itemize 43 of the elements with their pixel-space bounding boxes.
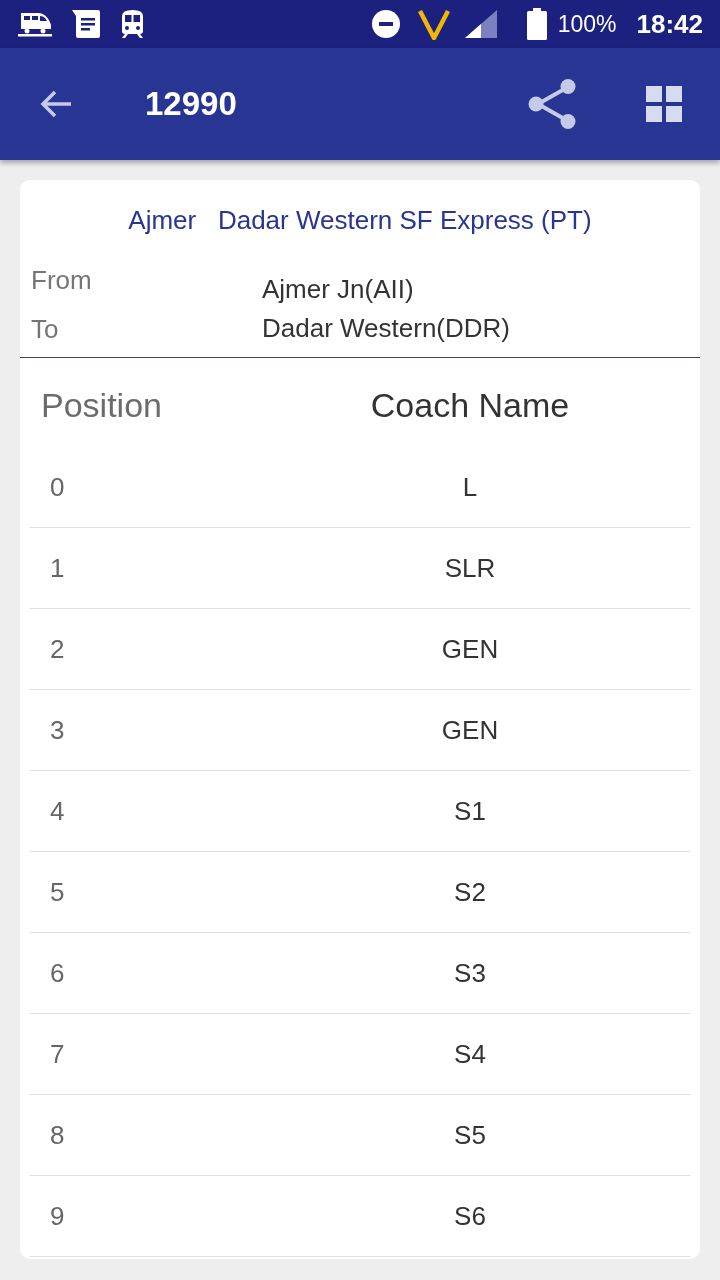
coach-name: S1 [454,795,486,826]
coach-name: S6 [454,1200,486,1231]
message-icon [72,10,100,38]
battery-percent: 100% [557,10,617,38]
coach-name: L [462,471,478,502]
grid-view-button[interactable] [646,86,682,122]
do-not-disturb-icon [371,10,400,38]
coach-name: S4 [454,1038,486,1069]
station-name: Dadar Western(DDR) [262,312,510,345]
coach-name: S3 [454,957,486,988]
position-number: 1 [50,552,65,583]
share-icon [528,79,576,129]
share-button[interactable] [528,79,576,129]
clock-time: 18:42 [636,8,703,40]
position-number: 6 [50,957,65,988]
position-number: 4 [50,795,65,826]
grid-icon [646,86,682,122]
train-name: Ajmer Dadar Western SF Express (PT) [128,204,592,237]
coach-name: S5 [454,1119,486,1150]
position-number: 3 [50,714,65,745]
coach-name: GEN [441,714,499,745]
route-label: To [31,313,59,346]
train-icon [18,11,52,37]
station-name: Ajmer Jn(AII) [262,273,414,306]
column-header: Coach Name [370,386,570,424]
position-number: 8 [50,1119,65,1150]
coach-name: S2 [454,876,486,907]
column-header: Position [41,386,162,424]
coach-name: SLR [444,552,496,583]
position-number: 9 [50,1200,65,1231]
train-front-icon [120,10,145,38]
position-number: 2 [50,633,65,664]
coach-name: GEN [441,633,499,664]
battery-icon [526,8,547,40]
position-number: 5 [50,876,65,907]
route-label: From [31,264,92,297]
position-number: 0 [50,471,65,502]
position-number: 7 [50,1038,65,1069]
signal-icon [464,10,497,38]
train-number-title: 12990 [145,85,237,123]
back-button[interactable] [40,90,72,118]
v-logo-icon [417,8,450,40]
back-arrow-icon [40,90,72,118]
